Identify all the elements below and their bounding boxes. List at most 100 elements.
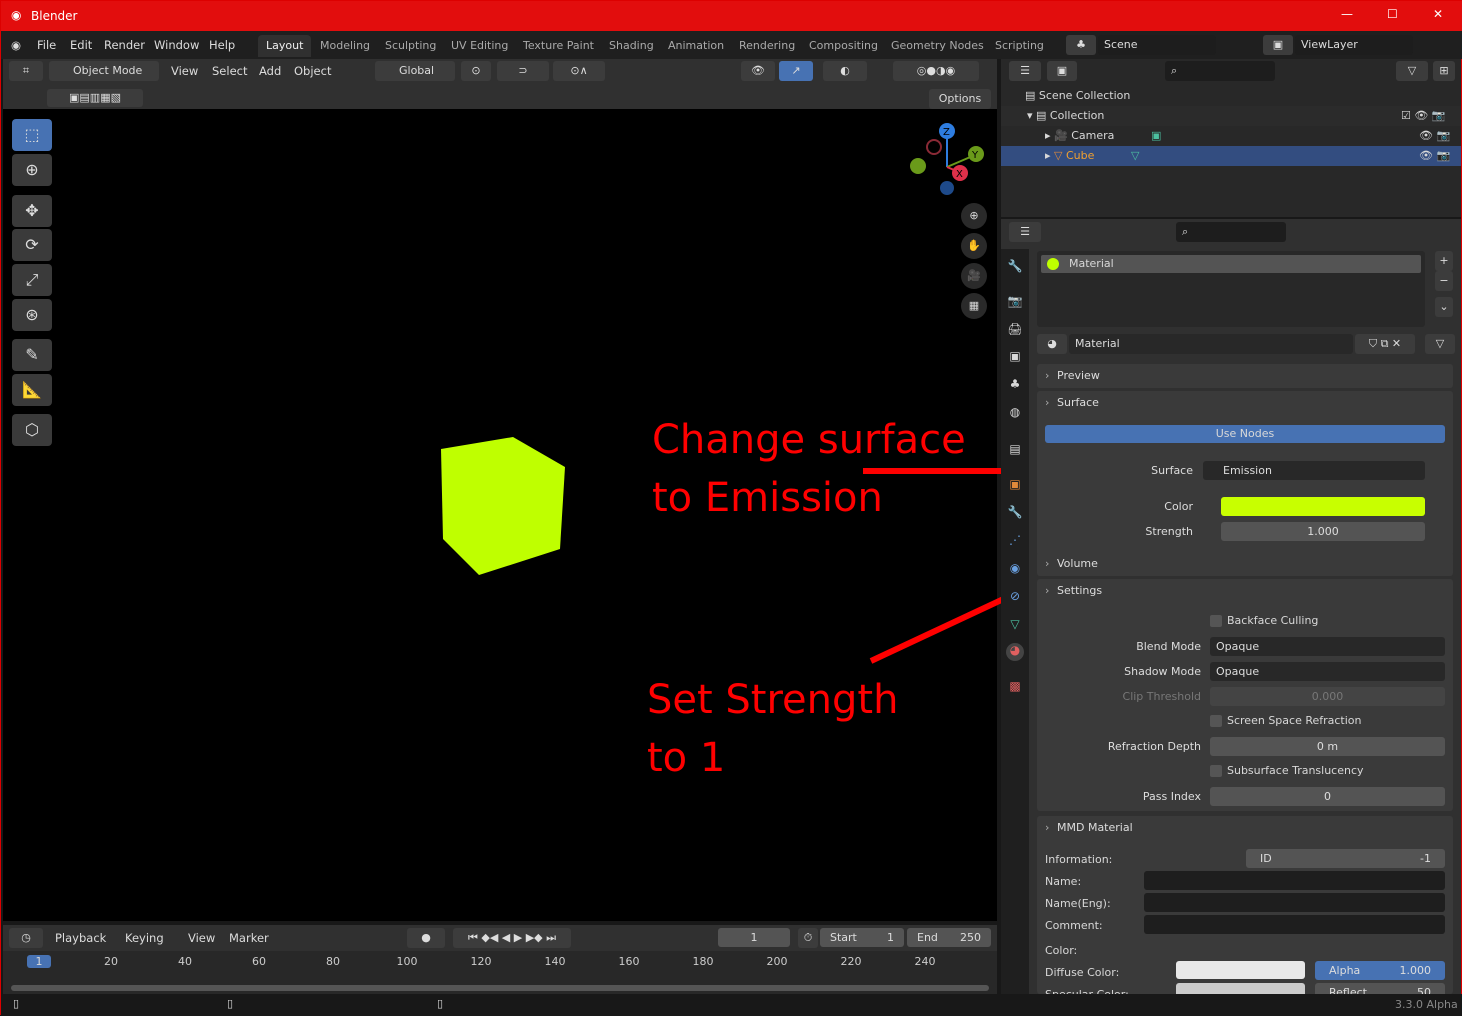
cube-object[interactable] bbox=[433, 434, 573, 579]
tab-texture-paint[interactable]: Texture Paint bbox=[515, 35, 602, 57]
view-layer-icon[interactable]: ▣ bbox=[1263, 35, 1293, 55]
pass-index-field[interactable]: 0 bbox=[1210, 787, 1445, 806]
snap-icon[interactable]: ⊃ bbox=[497, 61, 549, 81]
id-field[interactable]: ID -1 bbox=[1246, 849, 1445, 868]
timeline-menu-playback[interactable]: Playback bbox=[55, 931, 106, 945]
minimize-button[interactable]: — bbox=[1341, 7, 1353, 21]
comment-input[interactable] bbox=[1144, 915, 1445, 934]
menu-window[interactable]: Window bbox=[154, 38, 199, 52]
new-collection-icon[interactable]: ⊞ bbox=[1433, 61, 1455, 81]
menu-file[interactable]: File bbox=[37, 38, 56, 52]
orientation-dropdown[interactable]: Global bbox=[375, 61, 455, 81]
move-tool-icon[interactable]: ✥ bbox=[12, 195, 52, 227]
viewport-menu-select[interactable]: Select bbox=[212, 64, 247, 78]
remove-slot-button[interactable]: − bbox=[1435, 271, 1453, 291]
overlay-icon[interactable]: ◐ bbox=[823, 61, 867, 81]
blend-mode-dropdown[interactable]: Opaque bbox=[1210, 637, 1445, 656]
tab-scripting[interactable]: Scripting bbox=[987, 35, 1052, 57]
view-layer-tab-icon[interactable]: ▣ bbox=[1006, 349, 1024, 367]
ssr-checkbox[interactable] bbox=[1210, 715, 1222, 727]
panel-header[interactable]: Surface bbox=[1037, 391, 1453, 415]
color-swatch[interactable] bbox=[1221, 497, 1425, 516]
camera-data-icon[interactable]: ▣ bbox=[1151, 126, 1161, 146]
perspective-grid-icon[interactable]: ▦ bbox=[961, 293, 987, 319]
outliner-search[interactable]: ⌕ bbox=[1165, 61, 1275, 81]
sss-checkbox[interactable] bbox=[1210, 765, 1222, 777]
pan-hand-icon[interactable]: ✋ bbox=[961, 233, 987, 259]
panel-header[interactable]: Preview bbox=[1037, 364, 1453, 388]
tab-modeling[interactable]: Modeling bbox=[312, 35, 378, 57]
properties-editor-type-icon[interactable]: ☰ bbox=[1009, 222, 1041, 242]
browse-material-icon[interactable]: ◕ bbox=[1037, 334, 1067, 354]
current-frame-field[interactable]: 1 bbox=[718, 928, 790, 947]
rotate-tool-icon[interactable]: ⟳ bbox=[12, 229, 52, 261]
alpha-field[interactable]: Alpha 1.000 bbox=[1315, 961, 1445, 980]
add-cube-tool-icon[interactable]: ⬡ bbox=[12, 414, 52, 446]
expand-icon[interactable]: ▸ bbox=[1045, 149, 1054, 162]
material-tab-icon[interactable]: ◕ bbox=[1006, 643, 1024, 661]
timeline-track[interactable]: 1 20 40 60 80 100 120 140 160 180 200 220 240 bbox=[3, 951, 997, 994]
diffuse-color-swatch[interactable] bbox=[1176, 961, 1305, 979]
filter-view-icon[interactable]: ▣ bbox=[1047, 61, 1077, 81]
tab-shading[interactable]: Shading bbox=[601, 35, 662, 57]
annotate-tool-icon[interactable]: ✎ bbox=[12, 339, 52, 371]
outliner-row-camera[interactable]: ▸ 🎥 Camera ▣ 👁 📷 bbox=[1001, 126, 1461, 146]
shading-modes-icon[interactable]: ◎●◑◉ bbox=[893, 61, 979, 81]
selection-mode-icons[interactable]: ▣▤▥▦▧ bbox=[47, 89, 143, 107]
name-input[interactable] bbox=[1144, 871, 1445, 890]
visibility-toggles[interactable]: ☑ 👁 📷 bbox=[1401, 106, 1446, 126]
clip-threshold-field[interactable]: 0.000 bbox=[1210, 687, 1445, 706]
slot-menu-icon[interactable]: ⌄ bbox=[1435, 297, 1453, 317]
current-frame-marker[interactable]: 1 bbox=[27, 955, 51, 968]
transform-tool-icon[interactable]: ⊛ bbox=[12, 299, 52, 331]
material-user-buttons[interactable]: ⛉ ⧉ ✕ bbox=[1355, 334, 1415, 354]
cursor-tool-icon[interactable]: ⊕ bbox=[12, 154, 52, 186]
preview-panel[interactable]: Preview bbox=[1037, 364, 1453, 388]
start-frame-field[interactable]: Start 1 bbox=[820, 928, 904, 947]
playback-controls[interactable]: ⏮ ◆◀ ◀ ▶ ▶◆ ⏭ bbox=[453, 928, 571, 948]
tab-rendering[interactable]: Rendering bbox=[731, 35, 803, 57]
proportional-edit-icon[interactable]: ⊙∧ bbox=[553, 61, 605, 81]
menu-edit[interactable]: Edit bbox=[70, 38, 92, 52]
volume-panel[interactable]: Volume bbox=[1037, 552, 1453, 576]
options-dropdown[interactable]: Options bbox=[929, 89, 991, 109]
surface-shader-dropdown[interactable]: Emission bbox=[1203, 461, 1425, 480]
material-name-field[interactable]: Material bbox=[1069, 334, 1353, 354]
close-button[interactable]: ✕ bbox=[1433, 7, 1443, 21]
outliner-row-scene-collection[interactable]: ▤ Scene Collection bbox=[1001, 86, 1461, 106]
name-eng-input[interactable] bbox=[1144, 893, 1445, 912]
scene-selector-icon[interactable]: ♣ bbox=[1066, 35, 1096, 55]
visibility-icon[interactable]: 👁 bbox=[741, 61, 775, 81]
texture-tab-icon[interactable]: ▩ bbox=[1006, 679, 1024, 697]
timeline-menu-view[interactable]: View bbox=[188, 931, 215, 945]
scale-tool-icon[interactable]: ⤢ bbox=[12, 264, 52, 296]
tab-compositing[interactable]: Compositing bbox=[801, 35, 886, 57]
outliner-row-collection[interactable]: ▾ ▤ Collection ☑ 👁 📷 bbox=[1001, 106, 1461, 126]
shadow-mode-dropdown[interactable]: Opaque bbox=[1210, 662, 1445, 681]
tab-layout[interactable]: Layout bbox=[258, 35, 312, 57]
refraction-depth-field[interactable]: 0 m bbox=[1210, 737, 1445, 756]
particles-tab-icon[interactable]: ⋰ bbox=[1006, 533, 1024, 551]
menu-help[interactable]: Help bbox=[209, 38, 235, 52]
zoom-icon[interactable]: ⊕ bbox=[961, 203, 987, 229]
physics-tab-icon[interactable]: ◉ bbox=[1006, 561, 1024, 579]
end-frame-field[interactable]: End 250 bbox=[907, 928, 991, 947]
scene-tab-icon[interactable]: ♣ bbox=[1006, 377, 1024, 395]
mode-dropdown[interactable]: Object Mode bbox=[49, 61, 159, 81]
visibility-toggles[interactable]: 👁 📷 bbox=[1419, 126, 1450, 146]
collection-tab-icon[interactable]: ▤ bbox=[1006, 442, 1024, 460]
scene-field[interactable]: Scene bbox=[1098, 35, 1216, 55]
select-box-tool-icon[interactable]: ⬚ bbox=[12, 119, 52, 151]
gizmo-toggle-icon[interactable]: ↗ bbox=[779, 61, 813, 81]
menu-render[interactable]: Render bbox=[104, 38, 145, 52]
timeline-menu-marker[interactable]: Marker bbox=[229, 931, 269, 945]
constraints-tab-icon[interactable]: ⊘ bbox=[1006, 589, 1024, 607]
output-tab-icon[interactable]: 🖨 bbox=[1006, 322, 1024, 340]
expand-icon[interactable]: ▾ bbox=[1027, 109, 1036, 122]
panel-header[interactable]: Settings bbox=[1037, 579, 1453, 603]
object-tab-icon[interactable]: ▣ bbox=[1006, 477, 1024, 495]
filter-icon[interactable]: ▽ bbox=[1396, 61, 1428, 81]
data-tab-icon[interactable]: ▽ bbox=[1006, 617, 1024, 635]
viewport-menu-add[interactable]: Add bbox=[259, 64, 281, 78]
maximize-button[interactable]: ☐ bbox=[1387, 7, 1398, 21]
